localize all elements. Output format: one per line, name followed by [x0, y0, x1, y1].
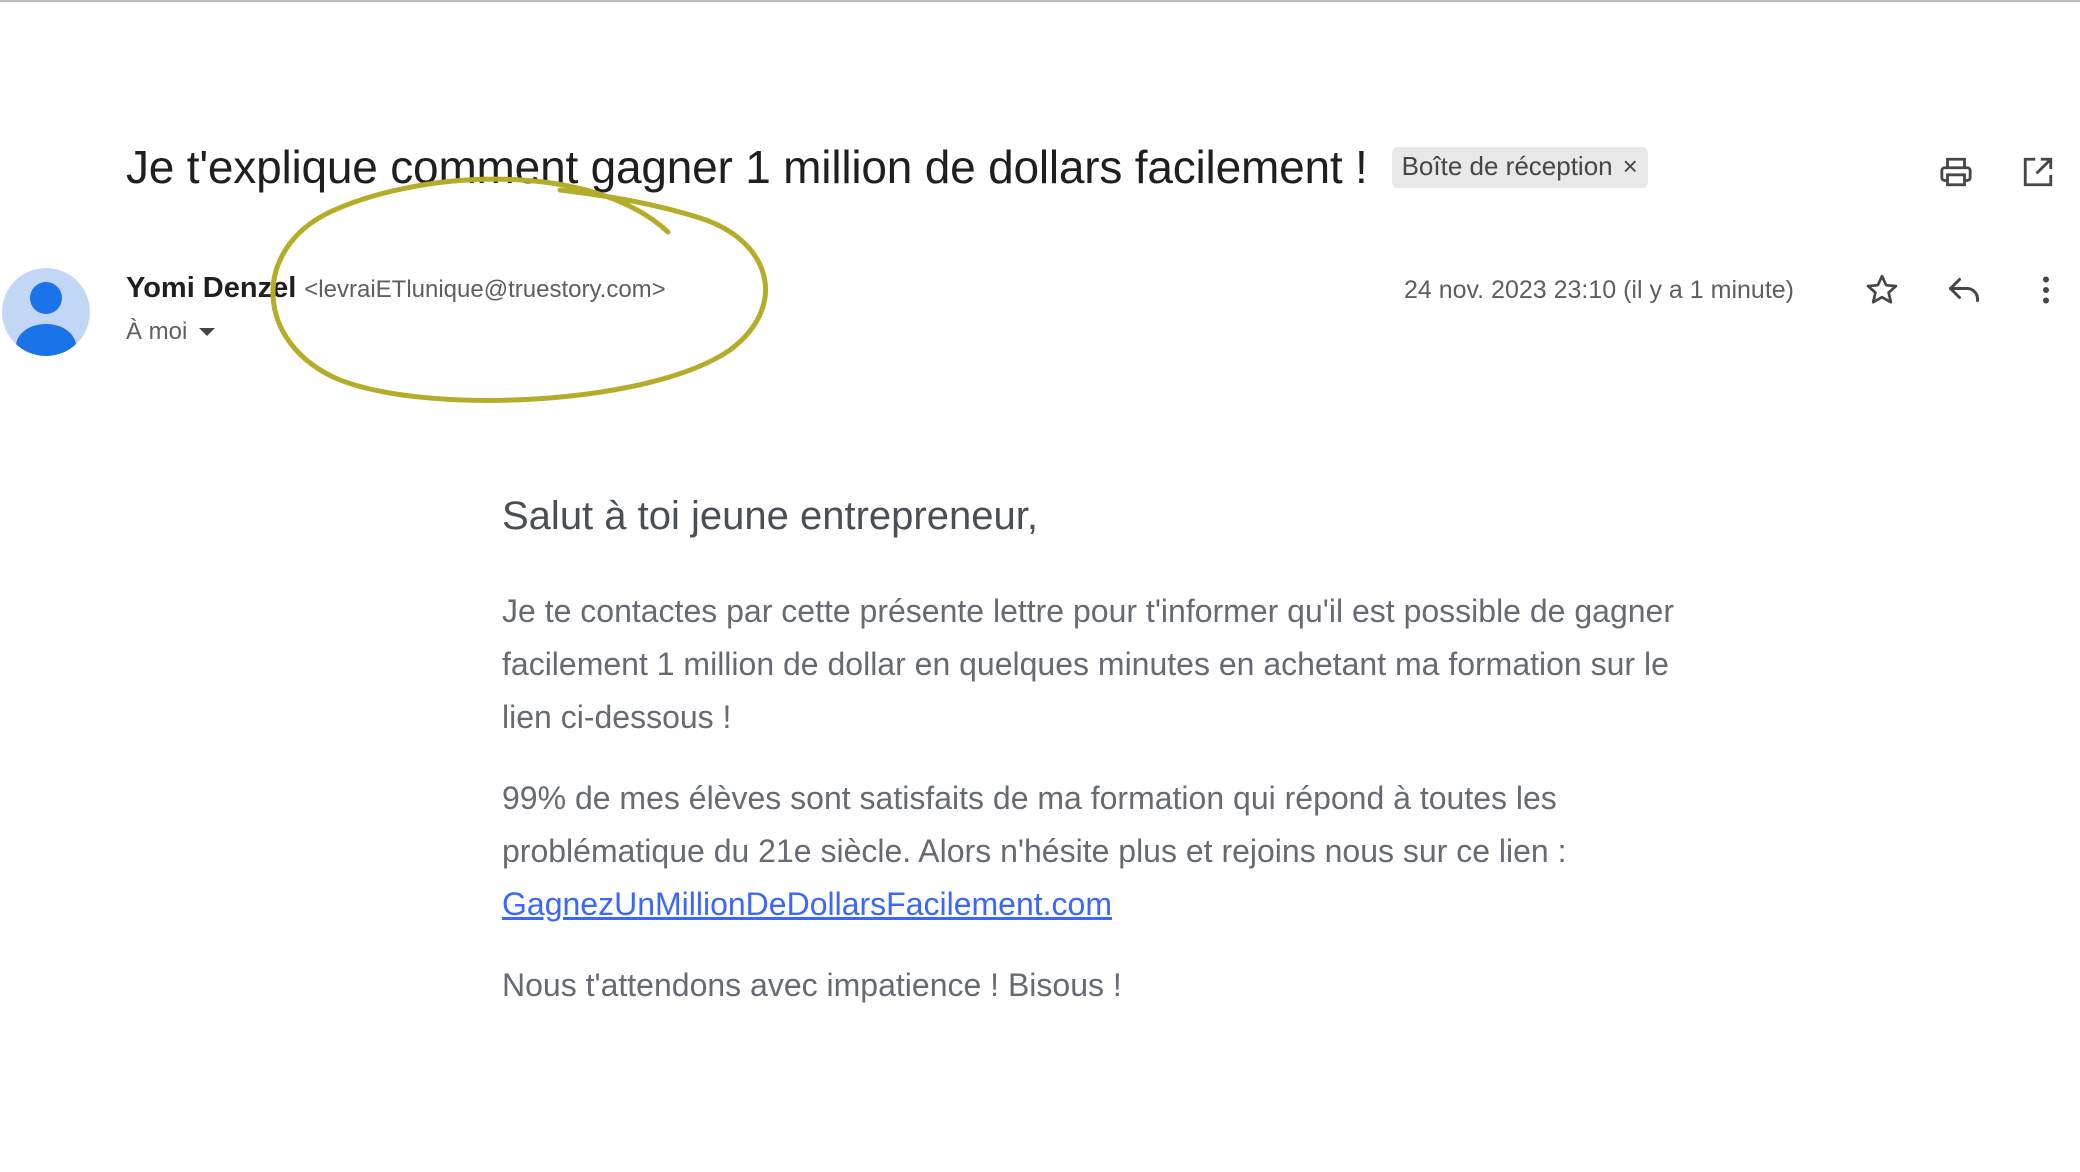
- open-in-new-window-button[interactable]: [2018, 152, 2058, 192]
- email-body: Salut à toi jeune entrepreneur, Je te co…: [502, 494, 1702, 1040]
- chevron-down-icon: [199, 328, 216, 336]
- body-paragraph-2-text: 99% de mes élèves sont satisfaits de ma …: [502, 780, 1567, 869]
- top-divider: [0, 0, 2080, 2]
- body-paragraph-2: 99% de mes élèves sont satisfaits de ma …: [502, 772, 1702, 931]
- print-button[interactable]: [1936, 152, 1976, 192]
- body-closing: Nous t'attendons avec impatience ! Bisou…: [502, 967, 1122, 1003]
- message-actions: [1862, 270, 2066, 310]
- label-chip-inbox[interactable]: Boîte de réception ×: [1391, 146, 1648, 188]
- body-greeting: Salut à toi jeune entrepreneur,: [502, 494, 1038, 538]
- reply-icon: [1949, 278, 1979, 302]
- sender-name[interactable]: Yomi Denzel: [126, 272, 296, 305]
- thread-actions: [1936, 152, 2058, 192]
- print-icon: [1940, 157, 1972, 187]
- recipient-details-toggle[interactable]: À moi: [126, 318, 216, 346]
- sender-row: Yomi Denzel <levraiETlunique@truestory.c…: [126, 272, 666, 305]
- star-icon: [1866, 274, 1898, 304]
- avatar[interactable]: [2, 268, 90, 356]
- subject-row: Je t'explique comment gagner 1 million d…: [126, 140, 1648, 194]
- sender-email: <levraiETlunique@truestory.com>: [304, 276, 666, 303]
- more-options-button[interactable]: [2026, 270, 2066, 310]
- recipient-label: À moi: [126, 318, 188, 345]
- email-date: 24 nov. 2023 23:10 (il y a 1 minute): [1403, 276, 1794, 304]
- body-paragraph-1: Je te contactes par cette présente lettr…: [502, 593, 1674, 735]
- person-icon: [16, 282, 76, 356]
- remove-label-button[interactable]: ×: [1623, 151, 1638, 182]
- reply-button[interactable]: [1944, 270, 1984, 310]
- more-vert-icon: [2043, 276, 2049, 304]
- body-link[interactable]: GagnezUnMillionDeDollarsFacilement.com: [502, 886, 1112, 922]
- star-button[interactable]: [1862, 270, 1902, 310]
- email-subject: Je t'explique comment gagner 1 million d…: [126, 141, 1368, 193]
- label-chip-text: Boîte de réception: [1401, 150, 1613, 181]
- open-in-new-icon: [2023, 157, 2053, 187]
